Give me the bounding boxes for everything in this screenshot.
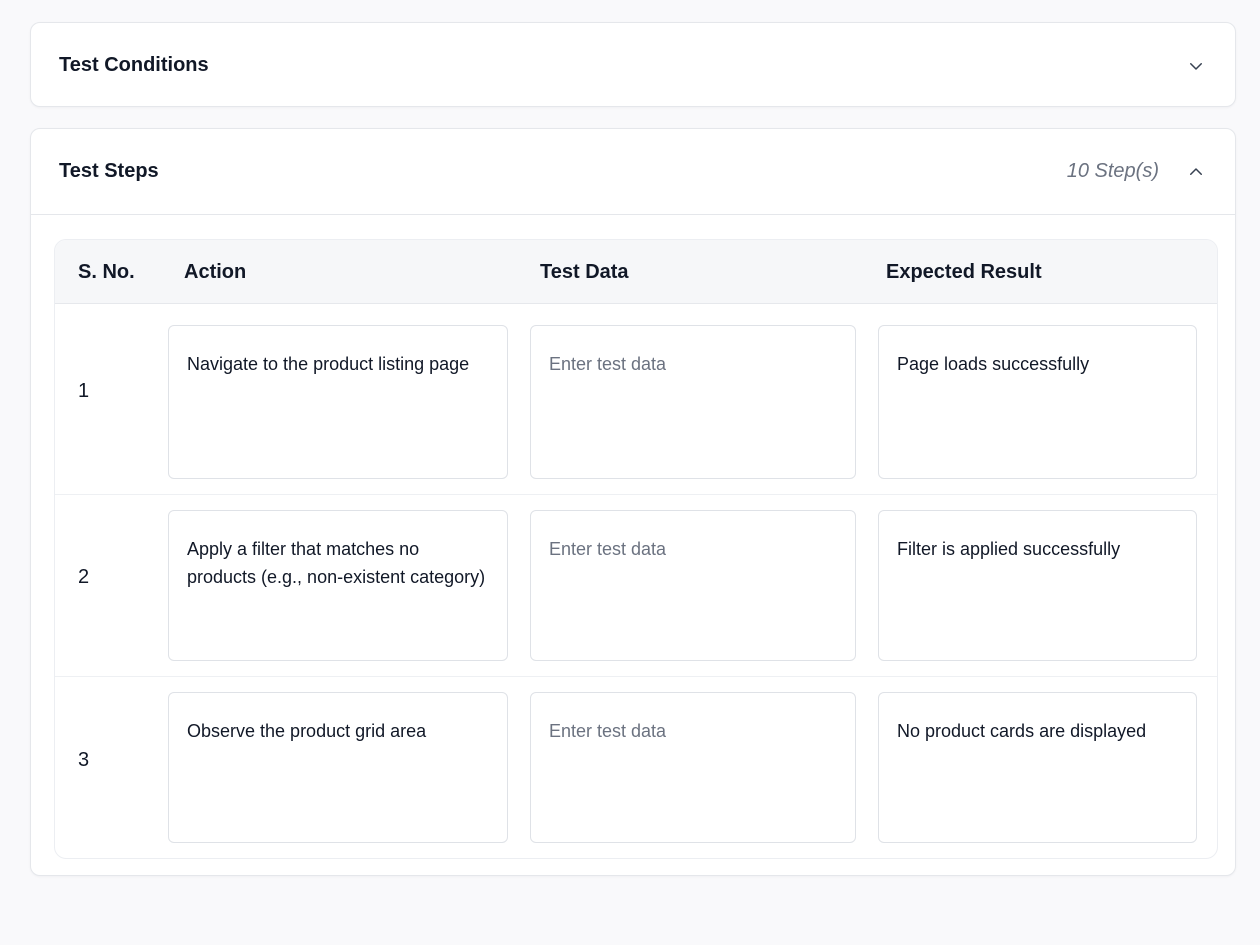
expected-result-field[interactable]: No product cards are displayed	[878, 692, 1197, 843]
column-header-sno: S. No.	[78, 260, 135, 283]
test-steps-table: S. No. Action Test Data Expected Result …	[54, 239, 1218, 859]
step-number: 1	[78, 380, 90, 402]
expected-result-field[interactable]: Page loads successfully	[878, 325, 1197, 479]
test-data-field[interactable]	[530, 325, 856, 479]
test-data-field[interactable]	[530, 692, 856, 843]
step-number: 2	[78, 566, 90, 588]
action-field[interactable]: Observe the product grid area	[168, 692, 508, 843]
action-field[interactable]: Navigate to the product listing page	[168, 325, 508, 479]
table-row: 1 Navigate to the product listing page P…	[55, 304, 1217, 495]
column-header-action: Action	[184, 260, 247, 283]
column-header-test-data: Test Data	[540, 260, 629, 283]
table-row: 2 Apply a filter that matches no product…	[55, 495, 1217, 677]
test-conditions-header[interactable]: Test Conditions	[31, 23, 1235, 108]
step-count-label: 10 Step(s)	[1066, 160, 1159, 182]
step-number: 3	[78, 749, 90, 771]
test-conditions-title: Test Conditions	[59, 54, 209, 76]
table-row: 3 Observe the product grid area No produ…	[55, 677, 1217, 858]
test-steps-header[interactable]: Test Steps 10 Step(s)	[31, 129, 1235, 215]
test-data-field[interactable]	[530, 510, 856, 661]
action-field[interactable]: Apply a filter that matches no products …	[168, 510, 508, 661]
test-conditions-card: Test Conditions	[30, 22, 1236, 107]
test-steps-title: Test Steps	[59, 160, 159, 182]
table-header: S. No. Action Test Data Expected Result	[55, 240, 1217, 304]
expected-result-field[interactable]: Filter is applied successfully	[878, 510, 1197, 661]
test-steps-card: Test Steps 10 Step(s) S. No. Action Test…	[30, 128, 1236, 876]
chevron-up-icon[interactable]	[1185, 161, 1207, 183]
chevron-down-icon[interactable]	[1185, 55, 1207, 77]
column-header-expected-result: Expected Result	[886, 260, 1042, 283]
